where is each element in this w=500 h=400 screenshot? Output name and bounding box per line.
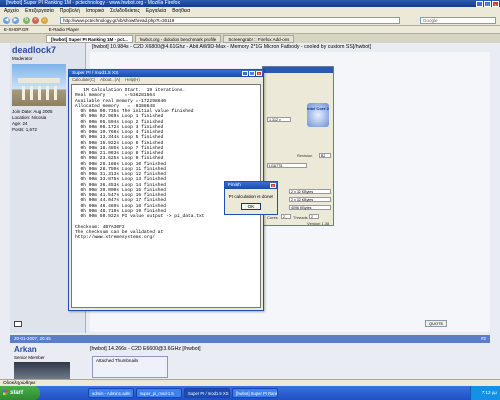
post2-number[interactable]: #2 [481, 335, 486, 343]
close-icon[interactable]: × [492, 0, 499, 7]
quote-button[interactable]: QUOTE [425, 320, 448, 327]
browser-status-bar: Ολοκληρώθηκε [0, 379, 500, 386]
cpuz-threads-value: 2 [309, 214, 319, 219]
cpuz-voltage: 1.312 v [267, 117, 291, 122]
cpuz-socket: LGA775 [267, 163, 307, 168]
post2-usertitle: Senior Member [14, 355, 45, 360]
post1-username[interactable]: deadlock7 [12, 45, 83, 55]
tab-strip: [hwbot] Super PI Ranking 1M - pct... hwb… [0, 34, 500, 43]
post1-message-header: [hwbot] 10.984s - C2D X6800@4.61Ghz - Ab… [92, 44, 371, 50]
start-button[interactable]: start [0, 386, 40, 400]
taskbar-item[interactable]: Super PI / mod1.5 XS [184, 388, 230, 398]
menu-about[interactable]: About...(A) [100, 77, 120, 83]
post2-avatar [14, 362, 70, 379]
search-input[interactable]: Google [420, 17, 496, 24]
taskbar-item[interactable]: admin - Admin1.adm [88, 388, 134, 398]
menu-calculate[interactable]: Calculate(C) [72, 77, 95, 83]
cpuz-cache-l1i: 2 x 32 KBytes [289, 197, 331, 202]
cpuz-cache-l1d: 2 x 32 KBytes [289, 189, 331, 194]
attachment-box: Attached Thumbnails [92, 356, 168, 378]
minimize-icon[interactable]: _ [242, 70, 248, 76]
tab-hwbot-thread[interactable]: [hwbot] Super PI Ranking 1M - pct... [46, 35, 133, 43]
menu-help[interactable]: Βοήθεια [172, 7, 190, 15]
finish-dialog-title: Finish [228, 183, 241, 188]
maximize-icon[interactable]: □ [484, 0, 491, 7]
taskbar-item[interactable]: [hwbot] Super PI Ranking... [232, 388, 278, 398]
post2-message-header: [hwbot] 14.266s - C2D E6600@3.6GHz [/hwb… [90, 346, 201, 352]
avatar [12, 64, 66, 106]
stop-icon[interactable]: × [32, 17, 39, 24]
maximize-icon[interactable]: □ [249, 70, 255, 76]
menu-file[interactable]: Αρχείο [4, 7, 19, 15]
tab-hwbot-profile[interactable]: hwbot.org - didodos benchmark profile [134, 35, 222, 43]
forward-icon[interactable]: ▶ [12, 17, 19, 24]
cpuz-title-bar [263, 67, 333, 73]
cpuz-revision-value: B2 [319, 153, 331, 158]
close-icon[interactable]: × [270, 182, 276, 188]
superpi-title-bar[interactable]: Super PI / mod1.5 XS _ □ × [69, 70, 263, 77]
intel-core2-logo: intel Core 2 [307, 103, 329, 127]
post1-usertitle: Moderator [12, 56, 33, 61]
close-icon[interactable]: × [256, 70, 262, 76]
minimize-icon[interactable]: _ [476, 0, 483, 7]
menu-tools[interactable]: Εργαλεία [146, 7, 166, 15]
menu-bookmarks[interactable]: Σελιδοδείκτες [110, 7, 140, 15]
tab-screengrab[interactable]: Screengrab! :: Firefox Add-ons [223, 35, 295, 43]
taskbar: start admin - Admin1.adm super_pi_mod-1.… [0, 386, 500, 400]
superpi-window-controls: _ □ × [242, 70, 262, 76]
bookmark-item[interactable]: E-Radio Player [49, 26, 79, 33]
menu-help[interactable]: Help(H) [125, 77, 139, 83]
clock: 7:13 μμ [481, 390, 497, 395]
browser-title-bar: [hwbot] Super PI Ranking 1M - pctechnolo… [0, 0, 500, 7]
cpuz-revision-label: Revision [297, 153, 313, 158]
finish-dialog[interactable]: Finish × PI calculation is done! OK [224, 181, 278, 215]
taskbar-item[interactable]: super_pi_mod-1.5 [136, 388, 182, 398]
menu-edit[interactable]: Επεξεργασία [25, 7, 54, 15]
ok-button[interactable]: OK [241, 203, 261, 210]
home-icon[interactable]: ⌂ [41, 17, 48, 24]
post1-buttons: QUOTE [425, 320, 448, 327]
taskbar-tasks: admin - Admin1.adm super_pi_mod-1.5 Supe… [88, 388, 278, 398]
post2-username[interactable]: Arkan [14, 345, 37, 354]
cpuz-threads-label: Threads [293, 215, 308, 220]
superpi-title: Super PI / mod1.5 XS [72, 71, 119, 76]
menu-history[interactable]: Ιστορικό [86, 7, 104, 15]
bookmarks-toolbar: E-SHOP.GR E-Radio Player [0, 26, 500, 34]
url-input[interactable]: http://www.pctechnology.gr/vb/showthread… [60, 17, 400, 24]
finish-dialog-message: PI calculation is done! [228, 194, 274, 199]
back-icon[interactable]: ◀ [3, 17, 10, 24]
superpi-menu-bar: Calculate(C) About...(A) Help(H) [69, 77, 263, 83]
window-controls: _ □ × [476, 0, 499, 7]
reload-icon[interactable]: ↻ [23, 17, 30, 24]
cpuz-cores-label: Cores [267, 215, 278, 220]
menu-view[interactable]: Προβολή [60, 7, 80, 15]
superpi-output-line: http://www.xtremesystems.org/ [75, 235, 155, 240]
post2-date-bar: 20-01-2007, 20:45 #2 [10, 335, 490, 343]
cpuz-cores-value: 2 [281, 214, 291, 219]
envelope-icon[interactable] [14, 321, 22, 327]
navigation-toolbar: ◀ ▶ ↻ × ⌂ http://www.pctechnology.gr/vb/… [0, 15, 500, 26]
browser-title: [hwbot] Super PI Ranking 1M - pctechnolo… [6, 0, 180, 6]
cpuz-cache-l2: 4096 KBytes [289, 205, 331, 210]
attachment-label: Attached Thumbnails [96, 358, 139, 363]
browser-menu-bar: Αρχείο Επεξεργασία Προβολή Ιστορικό Σελι… [0, 7, 500, 15]
bookmark-item[interactable]: E-SHOP.GR [4, 26, 29, 33]
finish-dialog-title-bar[interactable]: Finish × [225, 182, 277, 189]
cpuz-version: Version 1.38 [307, 221, 330, 226]
post2-date: 20-01-2007, 20:45 [14, 336, 51, 341]
system-tray: 7:13 μμ [470, 386, 500, 400]
